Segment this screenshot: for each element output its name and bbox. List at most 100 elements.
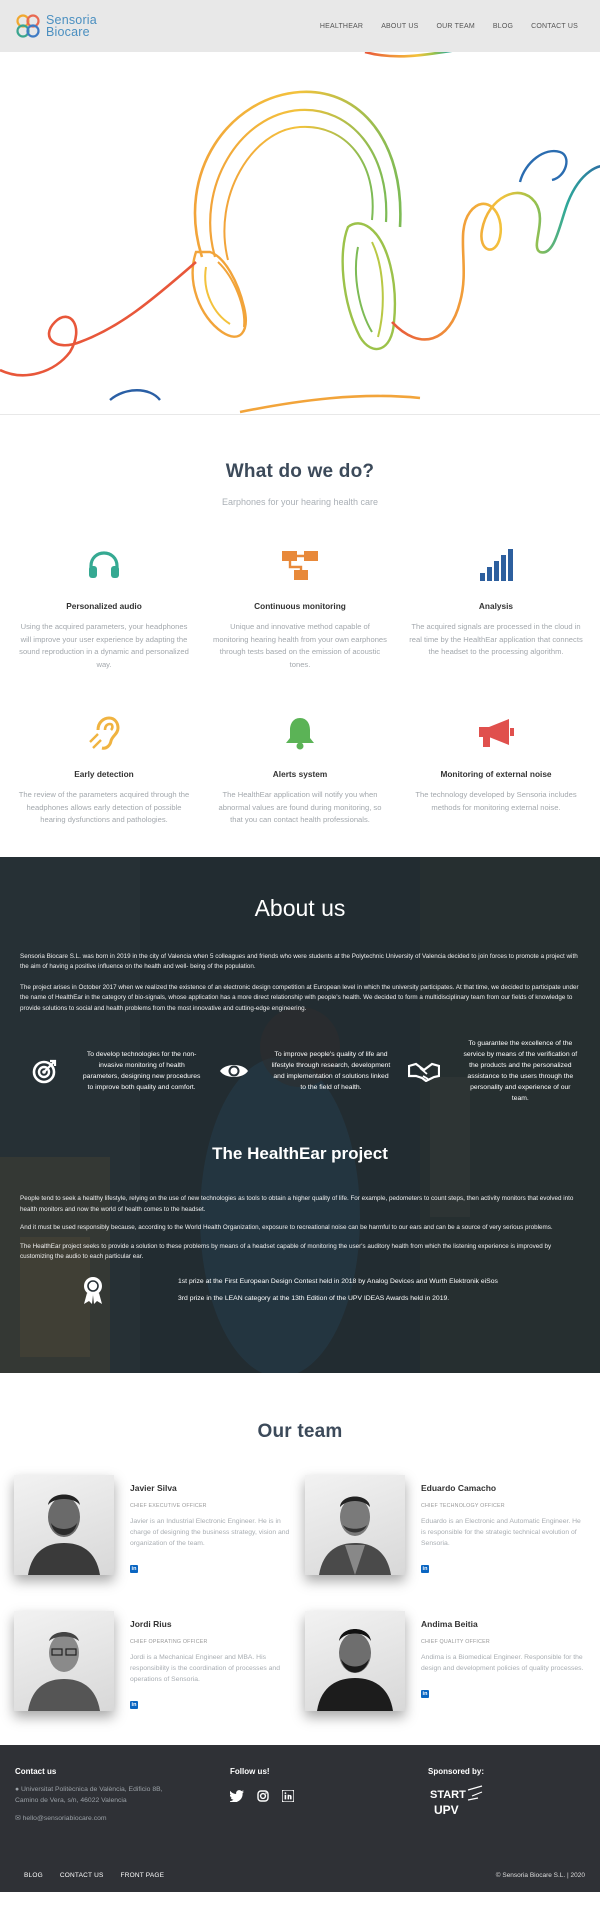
member-photo xyxy=(14,1474,114,1575)
email-text: hello@sensoriabiocare.com xyxy=(22,1814,107,1822)
footer-email[interactable]: ✉ hello@sensoriabiocare.com xyxy=(15,1814,215,1822)
member-name: Javier Silva xyxy=(130,1482,177,1493)
sitemap-icon xyxy=(212,543,388,587)
award-item: 3rd prize in the LEAN category at the 13… xyxy=(178,1294,450,1302)
nav-our-team[interactable]: OUR TEAM xyxy=(436,23,474,30)
footer-bottom-bar: BLOG CONTACT US FRONT PAGE © Sensoria Bi… xyxy=(0,1860,600,1892)
our-team-section: Our team Javier Silva CHIEF EXECUTIVE OF… xyxy=(0,1373,600,1711)
feature-title: Analysis xyxy=(478,601,514,611)
feature-desc: The HealthEar application will notify yo… xyxy=(218,790,382,824)
copyright-text: © Sensoria Biocare S.L. | 2020 xyxy=(495,1872,585,1879)
about-us-section: About us Sensoria Biocare S.L. was born … xyxy=(0,856,600,1373)
member-bio: Javier is an Industrial Electronic Engin… xyxy=(130,1517,290,1547)
footer-follow: Follow us! xyxy=(215,1767,416,1822)
feature-desc: The acquired signals are processed in th… xyxy=(409,622,583,656)
twitter-icon[interactable] xyxy=(230,1789,244,1802)
linkedin-icon[interactable]: in xyxy=(130,1564,138,1573)
feature-card: Analysis The acquired signals are proces… xyxy=(408,543,584,671)
nav-contact-us[interactable]: CONTACT US xyxy=(531,23,578,30)
awards-list: 1st prize at the First European Design C… xyxy=(178,1273,498,1307)
about-paragraph: Sensoria Biocare S.L. was born in 2019 i… xyxy=(20,952,578,971)
bell-icon xyxy=(212,711,388,755)
mission-pillars: To develop technologies for the non-inva… xyxy=(20,1038,580,1104)
feature-title: Monitoring of external noise xyxy=(440,769,552,779)
member-photo xyxy=(305,1474,405,1575)
footer-sponsored-title: Sponsored by: xyxy=(428,1766,485,1776)
nav-blog[interactable]: BLOG xyxy=(493,23,513,30)
feature-card: Monitoring of external noise The technol… xyxy=(408,711,584,827)
healthear-paragraph: The HealthEar project seeks to provide a… xyxy=(20,1242,552,1261)
healthear-paragraph: And it must be used responsibly because,… xyxy=(20,1224,553,1231)
ear-icon xyxy=(16,711,192,755)
member-role: CHIEF TECHNOLOGY OFFICER xyxy=(421,1502,505,1509)
pillar-text: To develop technologies for the non-inva… xyxy=(82,1051,201,1091)
healthear-project-title: The HealthEar project xyxy=(212,1144,388,1163)
pillar-text: To guarantee the excellence of the servi… xyxy=(463,1040,578,1102)
member-bio: Eduardo is an Electronic and Automatic E… xyxy=(421,1517,581,1547)
pillar-item: To guarantee the excellence of the servi… xyxy=(399,1038,580,1104)
feature-title: Alerts system xyxy=(272,769,328,779)
feature-title: Early detection xyxy=(74,769,134,779)
member-role: CHIEF QUALITY OFFICER xyxy=(421,1638,490,1645)
team-member-card: Andima Beitia CHIEF QUALITY OFFICER Andi… xyxy=(305,1610,586,1711)
footer-link-front-page[interactable]: FRONT PAGE xyxy=(121,1872,165,1879)
footer-sponsor: Sponsored by: START UPV xyxy=(416,1767,484,1822)
team-member-card: Javier Silva CHIEF EXECUTIVE OFFICER Jav… xyxy=(14,1474,295,1575)
linkedin-icon[interactable]: in xyxy=(130,1700,138,1709)
megaphone-icon xyxy=(408,711,584,755)
what-we-do-title: What do we do? xyxy=(225,461,375,482)
team-members-grid: Javier Silva CHIEF EXECUTIVE OFFICER Jav… xyxy=(0,1443,600,1711)
feature-card: Continuous monitoring Unique and innovat… xyxy=(212,543,388,671)
member-name: Andima Beitia xyxy=(421,1618,478,1629)
footer-links: BLOG CONTACT US FRONT PAGE xyxy=(24,1872,164,1879)
footer-link-contact[interactable]: CONTACT US xyxy=(60,1872,104,1879)
member-role: CHIEF OPERATING OFFICER xyxy=(130,1638,208,1645)
linkedin-icon[interactable]: in xyxy=(421,1689,429,1698)
footer-contact-title: Contact us xyxy=(15,1766,57,1776)
pillar-text: To improve people's quality of life and … xyxy=(271,1051,391,1091)
member-photo xyxy=(305,1610,405,1711)
eye-icon xyxy=(209,1061,259,1081)
linkedin-footer-icon[interactable] xyxy=(282,1789,294,1802)
handshake-icon xyxy=(399,1060,449,1082)
member-name: Eduardo Camacho xyxy=(421,1482,497,1493)
feature-card: Early detection The review of the parame… xyxy=(16,711,192,827)
svg-text:UPV: UPV xyxy=(434,1803,459,1817)
feature-card: Personalized audio Using the acquired pa… xyxy=(16,543,192,671)
address-line2: Camino de Vera, s/n, 46022 Valencia xyxy=(15,1796,127,1804)
award-item: 1st prize at the First European Design C… xyxy=(178,1277,498,1285)
our-team-title: Our team xyxy=(257,1420,343,1442)
features-grid: Personalized audio Using the acquired pa… xyxy=(0,507,600,827)
feature-card: Alerts system The HealthEar application … xyxy=(212,711,388,827)
pillar-item: To improve people's quality of life and … xyxy=(209,1038,390,1104)
what-we-do-section: What do we do? Earphones for your hearin… xyxy=(0,415,600,857)
healthear-paragraph: People tend to seek a healthy lifestyle,… xyxy=(20,1195,574,1213)
target-icon xyxy=(20,1058,70,1084)
award-medal-icon xyxy=(84,1276,102,1304)
feature-title: Personalized audio xyxy=(66,601,142,611)
feature-desc: The review of the parameters acquired th… xyxy=(18,790,190,824)
logo-text: Sensoria Biocare xyxy=(46,14,97,39)
address-line1: Universitat Politècnica de València, Edi… xyxy=(21,1785,163,1793)
feature-desc: The technology developed by Sensoria inc… xyxy=(415,790,577,812)
start-upv-logo[interactable]: START UPV xyxy=(428,1784,484,1818)
headphones-icon xyxy=(16,543,192,587)
footer-link-blog[interactable]: BLOG xyxy=(24,1872,43,1879)
linkedin-icon[interactable]: in xyxy=(421,1564,429,1573)
pillar-item: To develop technologies for the non-inva… xyxy=(20,1038,201,1104)
site-logo[interactable]: Sensoria Biocare xyxy=(14,12,97,40)
site-footer: Contact us ● Universitat Politècnica de … xyxy=(0,1744,600,1892)
logo-mark-icon xyxy=(16,14,40,38)
hero-banner xyxy=(0,52,600,414)
member-bio: Jordi is a Mechanical Engineer and MBA. … xyxy=(130,1653,280,1683)
team-member-card: Eduardo Camacho CHIEF TECHNOLOGY OFFICER… xyxy=(305,1474,586,1575)
footer-follow-title: Follow us! xyxy=(230,1766,270,1776)
member-name: Jordi Rius xyxy=(130,1618,172,1629)
member-photo xyxy=(14,1610,114,1711)
nav-about-us[interactable]: ABOUT US xyxy=(381,23,418,30)
instagram-icon[interactable] xyxy=(257,1789,269,1802)
nav-healthear[interactable]: HEALTHEAR xyxy=(320,23,363,30)
member-role: CHIEF EXECUTIVE OFFICER xyxy=(130,1502,207,1509)
headphones-line-art xyxy=(0,52,600,414)
envelope-icon: ✉ xyxy=(15,1814,23,1822)
